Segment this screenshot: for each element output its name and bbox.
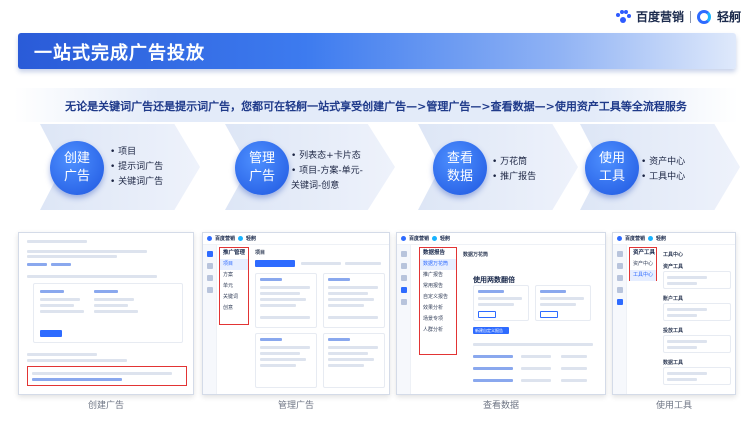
tools-menu: 资产工具 资产中心 工具中心 <box>629 247 657 281</box>
baidu-paw-icon <box>615 9 631 24</box>
brand-logos: 百度营销 轻舸 <box>615 8 741 25</box>
stage-manage-circle: 管理 广告 <box>235 141 289 195</box>
description-band: 无论是关键词广告还是提示词广告，您都可在轻舸一站式享受创建广告—>管理广告—>查… <box>14 88 738 122</box>
stage-manage-bullets: 列表态+卡片态项目-方案-单元-关键词-创意 <box>291 149 371 194</box>
screenshot-view-data: 百度营销 轻舸 数据报告 数据万花筒 推广报告 常用报告 自定义报告 效果分析 场… <box>396 232 606 395</box>
stage-data-circle: 查看 数据 <box>433 141 487 195</box>
caption-view-data: 查看数据 <box>482 401 519 411</box>
data-menu: 数据报告 数据万花筒 推广报告 常用报告 自定义报告 效果分析 场景专项 人群分… <box>419 247 457 355</box>
qingge-logo-icon <box>696 9 711 24</box>
page-title: 一站式完成广告投放 <box>34 43 205 64</box>
screenshot-create-ad <box>18 232 194 395</box>
manage-menu: 推广管理 项目 方案 单元 关键词 创意 <box>219 247 249 325</box>
stage-create-circle: 创建 广告 <box>50 141 104 195</box>
brand-separator <box>689 10 691 23</box>
caption-use-tools: 使用工具 <box>655 401 692 411</box>
screenshot-use-tools: 百度营销 轻舸 资产工具 资产中心 工具中心 工具中心 资产工具 账户工具 投放工… <box>612 232 736 395</box>
stage-data-bullets: 万花筒推广报告 <box>492 155 536 185</box>
stage-tools-bullets: 资产中心工具中心 <box>641 155 685 185</box>
brand-baidu-marketing: 百度营销 <box>635 10 684 24</box>
stage-tools-circle: 使用 工具 <box>585 141 639 195</box>
title-bar: 一站式完成广告投放 <box>18 33 736 69</box>
description-text: 无论是关键词广告还是提示词广告，您都可在轻舸一站式享受创建广告—>管理广告—>查… <box>65 100 687 113</box>
caption-manage-ad: 管理广告 <box>277 401 314 411</box>
brand-qingge: 轻舸 <box>716 10 741 24</box>
stage-create-bullets: 项目提示词广告关键词广告 <box>110 145 163 190</box>
create-highlight-box <box>27 366 187 386</box>
caption-create-ad: 创建广告 <box>87 401 124 411</box>
screenshot-manage-ad: 百度营销 轻舸 推广管理 项目 方案 单元 关键词 创意 项目 <box>202 232 390 395</box>
